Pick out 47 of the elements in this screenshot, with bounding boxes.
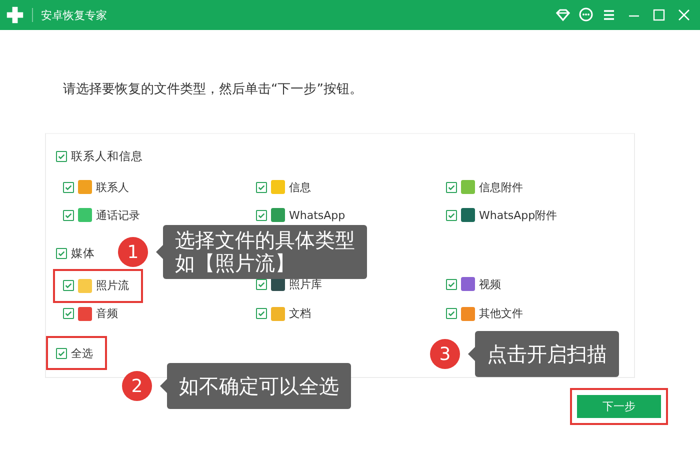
instruction-text: 请选择要恢复的文件类型，然后单击“下一步”按钮。 [63, 81, 364, 99]
file-type-label: 信息附件 [479, 180, 523, 194]
file-type-label: 通话记录 [96, 208, 140, 222]
chat-icon[interactable] [578, 7, 594, 23]
checkbox[interactable] [256, 278, 267, 290]
checkbox[interactable] [63, 308, 74, 319]
group-checkbox[interactable]: 联系人和信息 [56, 147, 143, 165]
step-number-badge: 2 [122, 371, 152, 401]
file-type-label: WhatsApp附件 [479, 208, 558, 222]
file-type-label: 照片流 [96, 278, 129, 293]
callout-text: 点击开启扫描 [487, 341, 607, 368]
close-icon[interactable] [676, 7, 692, 23]
window-title: 安卓恢复专家 [41, 8, 107, 22]
plus-logo-icon [6, 6, 24, 24]
checkbox[interactable] [446, 308, 457, 319]
callout-text: 如【照片流】 [175, 252, 296, 275]
file-type-label: 其他文件 [479, 306, 523, 321]
file-type-label: WhatsApp [289, 208, 346, 222]
diamond-icon[interactable] [555, 7, 571, 23]
select-all-label: 全选 [71, 346, 93, 360]
file-type-label: 联系人 [96, 180, 129, 194]
checkbox[interactable] [56, 150, 67, 162]
checkbox[interactable] [63, 182, 74, 192]
checkbox[interactable] [56, 348, 67, 358]
callout-text: 如不确定可以全选 [179, 373, 339, 400]
checkbox[interactable] [256, 308, 267, 319]
file-type-label: 信息 [289, 180, 311, 194]
checkbox[interactable] [256, 182, 267, 192]
checkbox[interactable] [446, 182, 457, 192]
group-label: 媒体 [71, 246, 95, 260]
checkbox[interactable] [256, 210, 267, 220]
checkbox[interactable] [63, 210, 74, 220]
menu-icon[interactable] [601, 7, 617, 23]
file-type-label: 文档 [289, 306, 311, 321]
checkbox[interactable] [63, 280, 74, 291]
callout-text: 选择文件的具体类型 [175, 229, 355, 252]
file-type-label: 视频 [479, 276, 501, 292]
group-label: 联系人和信息 [71, 148, 143, 164]
group-checkbox[interactable]: 媒体 [56, 244, 95, 262]
file-type-label: 照片库 [289, 276, 322, 292]
file-type-label: 音频 [96, 306, 118, 321]
maximize-icon[interactable] [651, 7, 667, 23]
checkbox[interactable] [446, 210, 457, 220]
checkbox[interactable] [56, 248, 67, 258]
checkbox[interactable] [446, 278, 457, 290]
step-number-badge: 3 [430, 339, 460, 369]
step-number-badge: 1 [118, 237, 148, 267]
